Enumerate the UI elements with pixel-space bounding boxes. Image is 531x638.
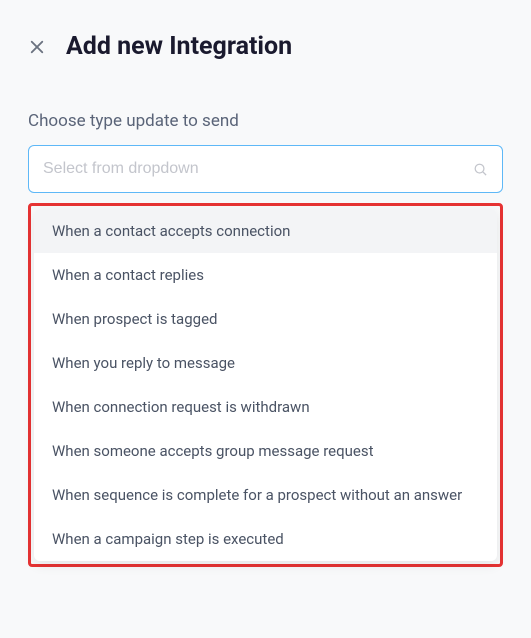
modal-header: Add new Integration [28, 20, 503, 61]
dropdown-item[interactable]: When a contact accepts connection [34, 209, 497, 253]
dropdown-item[interactable]: When sequence is complete for a prospect… [34, 473, 497, 517]
dropdown-item[interactable]: When someone accepts group message reque… [34, 429, 497, 473]
dropdown-list: When a contact accepts connection When a… [34, 209, 497, 561]
dropdown-input-container[interactable] [28, 145, 503, 193]
dropdown-item[interactable]: When prospect is tagged [34, 297, 497, 341]
dropdown-item[interactable]: When you reply to message [34, 341, 497, 385]
close-icon [28, 38, 46, 56]
page-title: Add new Integration [66, 32, 292, 61]
close-button[interactable] [28, 38, 46, 56]
dropdown-search-input[interactable] [43, 160, 473, 178]
highlight-annotation: When a contact accepts connection When a… [28, 203, 503, 567]
dropdown-item[interactable]: When connection request is withdrawn [34, 385, 497, 429]
dropdown-label: Choose type update to send [28, 111, 503, 131]
dropdown-item[interactable]: When a campaign step is executed [34, 517, 497, 561]
dropdown-item[interactable]: When a contact replies [34, 253, 497, 297]
search-icon [473, 162, 488, 177]
